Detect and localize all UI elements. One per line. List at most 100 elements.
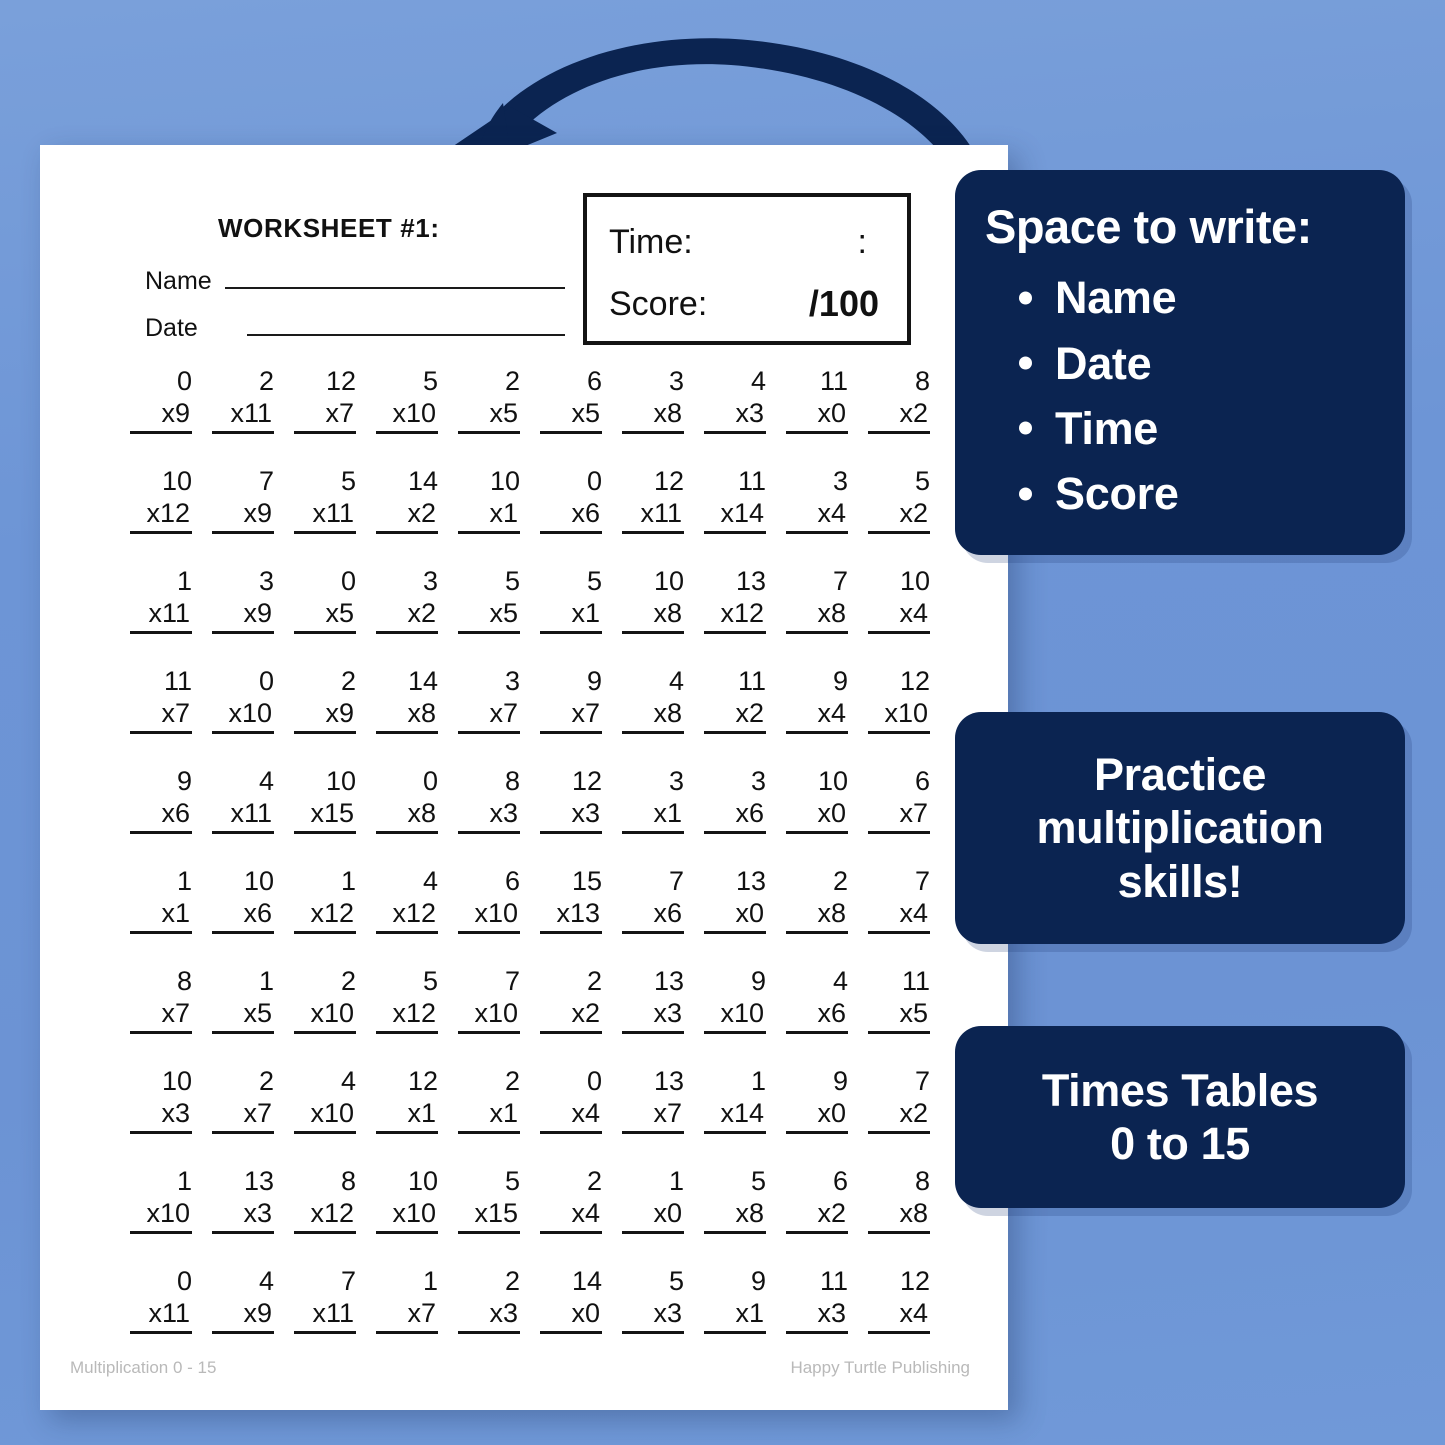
problem-cell[interactable]: 1 x11 [124,565,206,635]
problem-cell[interactable]: 1 x14 [698,1065,780,1135]
problem-cell[interactable]: 11 x7 [124,665,206,735]
problem-cell[interactable]: 2 x5 [452,365,534,435]
problem-cell[interactable]: 7 x11 [288,1265,370,1335]
problem-cell[interactable]: 6 x7 [862,765,944,835]
date-write-line[interactable] [247,310,565,336]
score-value[interactable]: /100 [809,283,885,325]
problem-cell[interactable]: 2 x8 [780,865,862,935]
problem-cell[interactable]: 14 x0 [534,1265,616,1335]
problem-cell[interactable]: 10 x0 [780,765,862,835]
problem-cell[interactable]: 0 x11 [124,1265,206,1335]
problem-cell[interactable]: 12 x4 [862,1265,944,1335]
problem-cell[interactable]: 7 x6 [616,865,698,935]
problem-cell[interactable]: 11 x3 [780,1265,862,1335]
problem-cell[interactable]: 10 x4 [862,565,944,635]
problem-cell[interactable]: 10 x10 [370,1165,452,1235]
problem-cell[interactable]: 14 x2 [370,465,452,535]
problem-cell[interactable]: 6 x2 [780,1165,862,1235]
problem-cell[interactable]: 12 x10 [862,665,944,735]
problem-cell[interactable]: 3 x6 [698,765,780,835]
problem-cell[interactable]: 1 x0 [616,1165,698,1235]
problem-cell[interactable]: 7 x8 [780,565,862,635]
problem-cell[interactable]: 5 x3 [616,1265,698,1335]
problem-cell[interactable]: 4 x10 [288,1065,370,1135]
problem-cell[interactable]: 3 x4 [780,465,862,535]
problem-cell[interactable]: 10 x12 [124,465,206,535]
problem-cell[interactable]: 9 x7 [534,665,616,735]
problem-cell[interactable]: 2 x2 [534,965,616,1035]
problem-cell[interactable]: 5 x2 [862,465,944,535]
problem-cell[interactable]: 4 x8 [616,665,698,735]
problem-cell[interactable]: 12 x7 [288,365,370,435]
problem-cell[interactable]: 4 x12 [370,865,452,935]
problem-cell[interactable]: 12 x1 [370,1065,452,1135]
problem-cell[interactable]: 3 x8 [616,365,698,435]
problem-cell[interactable]: 3 x7 [452,665,534,735]
problem-cell[interactable]: 7 x9 [206,465,288,535]
problem-cell[interactable]: 0 x4 [534,1065,616,1135]
problem-cell[interactable]: 11 x0 [780,365,862,435]
problem-cell[interactable]: 0 x8 [370,765,452,835]
problem-cell[interactable]: 9 x4 [780,665,862,735]
time-value[interactable]: : [858,223,885,262]
problem-cell[interactable]: 7 x10 [452,965,534,1035]
problem-cell[interactable]: 12 x3 [534,765,616,835]
problem-cell[interactable]: 6 x10 [452,865,534,935]
problem-cell[interactable]: 7 x4 [862,865,944,935]
problem-cell[interactable]: 4 x6 [780,965,862,1035]
problem-cell[interactable]: 3 x1 [616,765,698,835]
problem-cell[interactable]: 10 x15 [288,765,370,835]
problem-cell[interactable]: 5 x10 [370,365,452,435]
problem-cell[interactable]: 8 x2 [862,365,944,435]
problem-cell[interactable]: 9 x10 [698,965,780,1035]
problem-cell[interactable]: 10 x1 [452,465,534,535]
problem-cell[interactable]: 10 x3 [124,1065,206,1135]
problem-cell[interactable]: 9 x0 [780,1065,862,1135]
problem-cell[interactable]: 8 x7 [124,965,206,1035]
problem-cell[interactable]: 14 x8 [370,665,452,735]
problem-cell[interactable]: 2 x1 [452,1065,534,1135]
problem-cell[interactable]: 0 x5 [288,565,370,635]
problem-cell[interactable]: 5 x8 [698,1165,780,1235]
problem-cell[interactable]: 1 x7 [370,1265,452,1335]
problem-cell[interactable]: 5 x11 [288,465,370,535]
name-write-line[interactable] [225,263,565,289]
problem-cell[interactable]: 13 x12 [698,565,780,635]
problem-cell[interactable]: 0 x9 [124,365,206,435]
problem-cell[interactable]: 9 x1 [698,1265,780,1335]
problem-cell[interactable]: 7 x2 [862,1065,944,1135]
problem-cell[interactable]: 0 x6 [534,465,616,535]
problem-cell[interactable]: 11 x2 [698,665,780,735]
problem-cell[interactable]: 2 x9 [288,665,370,735]
problem-cell[interactable]: 4 x3 [698,365,780,435]
problem-cell[interactable]: 9 x6 [124,765,206,835]
problem-cell[interactable]: 10 x6 [206,865,288,935]
problem-cell[interactable]: 13 x7 [616,1065,698,1135]
problem-cell[interactable]: 2 x11 [206,365,288,435]
problem-cell[interactable]: 2 x4 [534,1165,616,1235]
problem-cell[interactable]: 4 x9 [206,1265,288,1335]
problem-cell[interactable]: 1 x12 [288,865,370,935]
problem-cell[interactable]: 2 x7 [206,1065,288,1135]
problem-cell[interactable]: 5 x12 [370,965,452,1035]
problem-cell[interactable]: 3 x9 [206,565,288,635]
problem-cell[interactable]: 1 x1 [124,865,206,935]
problem-cell[interactable]: 11 x14 [698,465,780,535]
problem-cell[interactable]: 15 x13 [534,865,616,935]
problem-cell[interactable]: 0 x10 [206,665,288,735]
problem-cell[interactable]: 8 x12 [288,1165,370,1235]
problem-cell[interactable]: 13 x3 [206,1165,288,1235]
problem-cell[interactable]: 2 x3 [452,1265,534,1335]
problem-cell[interactable]: 5 x5 [452,565,534,635]
problem-cell[interactable]: 2 x10 [288,965,370,1035]
problem-cell[interactable]: 4 x11 [206,765,288,835]
problem-cell[interactable]: 1 x10 [124,1165,206,1235]
problem-cell[interactable]: 1 x5 [206,965,288,1035]
problem-cell[interactable]: 11 x5 [862,965,944,1035]
problem-cell[interactable]: 8 x3 [452,765,534,835]
problem-cell[interactable]: 10 x8 [616,565,698,635]
problem-cell[interactable]: 3 x2 [370,565,452,635]
problem-cell[interactable]: 8 x8 [862,1165,944,1235]
problem-cell[interactable]: 12 x11 [616,465,698,535]
problem-cell[interactable]: 6 x5 [534,365,616,435]
